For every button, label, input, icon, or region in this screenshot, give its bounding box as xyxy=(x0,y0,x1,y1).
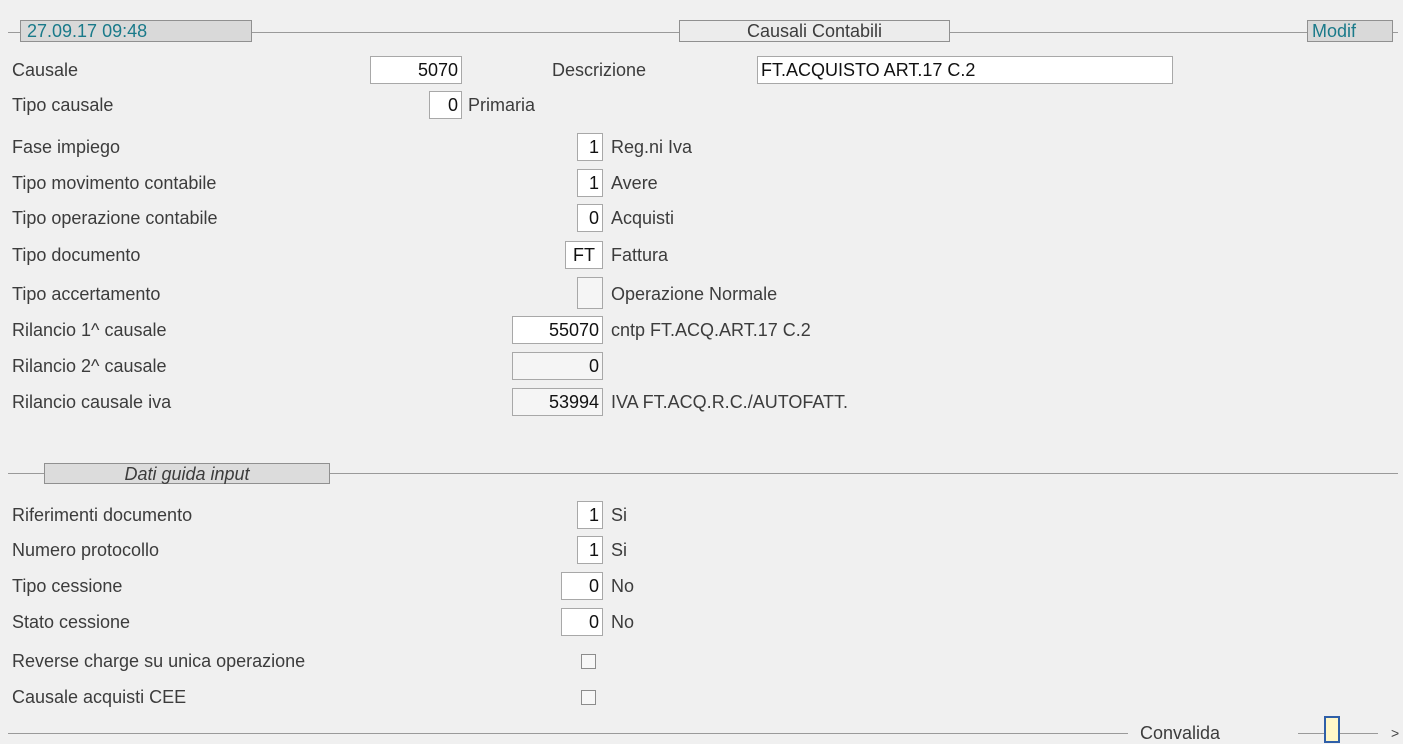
tipo-cessione-label: Tipo cessione xyxy=(12,576,123,596)
footer-rule xyxy=(8,733,1128,734)
tipo-accertamento-desc: Operazione Normale xyxy=(611,284,778,304)
fase-impiego-label: Fase impiego xyxy=(12,137,121,157)
tipo-operazione-label: Tipo operazione contabile xyxy=(12,208,218,228)
rilancio-2-input[interactable]: 0 xyxy=(512,352,603,380)
convalida-button[interactable] xyxy=(1324,716,1340,743)
tipo-operazione-input[interactable]: 0 xyxy=(577,204,603,232)
tipo-accertamento-input[interactable] xyxy=(577,277,603,309)
tipo-accertamento-label: Tipo accertamento xyxy=(12,284,161,304)
stato-cessione-label: Stato cessione xyxy=(12,612,131,632)
datetime-text: 27.09.17 09:48 xyxy=(27,21,148,41)
numero-protocollo-desc: Si xyxy=(611,540,628,560)
section-title: Dati guida input xyxy=(44,463,330,484)
tipo-documento-label: Tipo documento xyxy=(12,245,141,265)
riferimenti-documento-label: Riferimenti documento xyxy=(12,505,193,525)
reverse-charge-label: Reverse charge su unica operazione xyxy=(12,651,306,671)
tipo-causale-label: Tipo causale xyxy=(12,95,114,115)
section-title-text: Dati guida input xyxy=(124,464,250,484)
tipo-causale-input[interactable]: 0 xyxy=(429,91,462,119)
riferimenti-documento-desc: Si xyxy=(611,505,628,525)
causale-acquisti-cee-label: Causale acquisti CEE xyxy=(12,687,187,707)
rilancio-1-desc: cntp FT.ACQ.ART.17 C.2 xyxy=(611,320,811,340)
rilancio-1-input[interactable]: 55070 xyxy=(512,316,603,344)
convalida-label: Convalida xyxy=(1140,723,1221,743)
stato-cessione-desc: No xyxy=(611,612,635,632)
riferimenti-documento-input[interactable]: 1 xyxy=(577,501,603,529)
mode-badge[interactable]: Modif xyxy=(1307,20,1393,42)
causale-acquisti-cee-checkbox[interactable] xyxy=(581,690,596,705)
window-title: Causali Contabili xyxy=(679,20,950,42)
tipo-documento-input[interactable]: FT xyxy=(565,241,603,269)
next-arrow-icon[interactable]: > xyxy=(1391,722,1399,744)
tipo-movimento-label: Tipo movimento contabile xyxy=(12,173,217,193)
descrizione-label: Descrizione xyxy=(552,60,647,80)
descrizione-input[interactable]: FT.ACQUISTO ART.17 C.2 xyxy=(757,56,1173,84)
rilancio-iva-label: Rilancio causale iva xyxy=(12,392,172,412)
window-title-text: Causali Contabili xyxy=(746,21,883,41)
tipo-causale-desc: Primaria xyxy=(468,95,536,115)
numero-protocollo-label: Numero protocollo xyxy=(12,540,160,560)
mode-text: Modif xyxy=(1312,21,1357,41)
footer-rule-end xyxy=(1340,733,1378,734)
rilancio-iva-desc: IVA FT.ACQ.R.C./AUTOFATT. xyxy=(611,392,849,412)
tipo-movimento-input[interactable]: 1 xyxy=(577,169,603,197)
tipo-cessione-desc: No xyxy=(611,576,635,596)
numero-protocollo-input[interactable]: 1 xyxy=(577,536,603,564)
causale-input[interactable]: 5070 xyxy=(370,56,462,84)
tipo-movimento-desc: Avere xyxy=(611,173,658,193)
rilancio-iva-input[interactable]: 53994 xyxy=(512,388,603,416)
tipo-documento-desc: Fattura xyxy=(611,245,669,265)
fase-impiego-desc: Reg.ni Iva xyxy=(611,137,693,157)
fase-impiego-input[interactable]: 1 xyxy=(577,133,603,161)
tipo-operazione-desc: Acquisti xyxy=(611,208,675,228)
reverse-charge-checkbox[interactable] xyxy=(581,654,596,669)
causale-label: Causale xyxy=(12,60,79,80)
rilancio-1-label: Rilancio 1^ causale xyxy=(12,320,167,340)
tipo-cessione-input[interactable]: 0 xyxy=(561,572,603,600)
stato-cessione-input[interactable]: 0 xyxy=(561,608,603,636)
datetime-box: 27.09.17 09:48 xyxy=(20,20,252,42)
footer-rule-right xyxy=(1298,733,1324,734)
rilancio-2-label: Rilancio 2^ causale xyxy=(12,356,167,376)
